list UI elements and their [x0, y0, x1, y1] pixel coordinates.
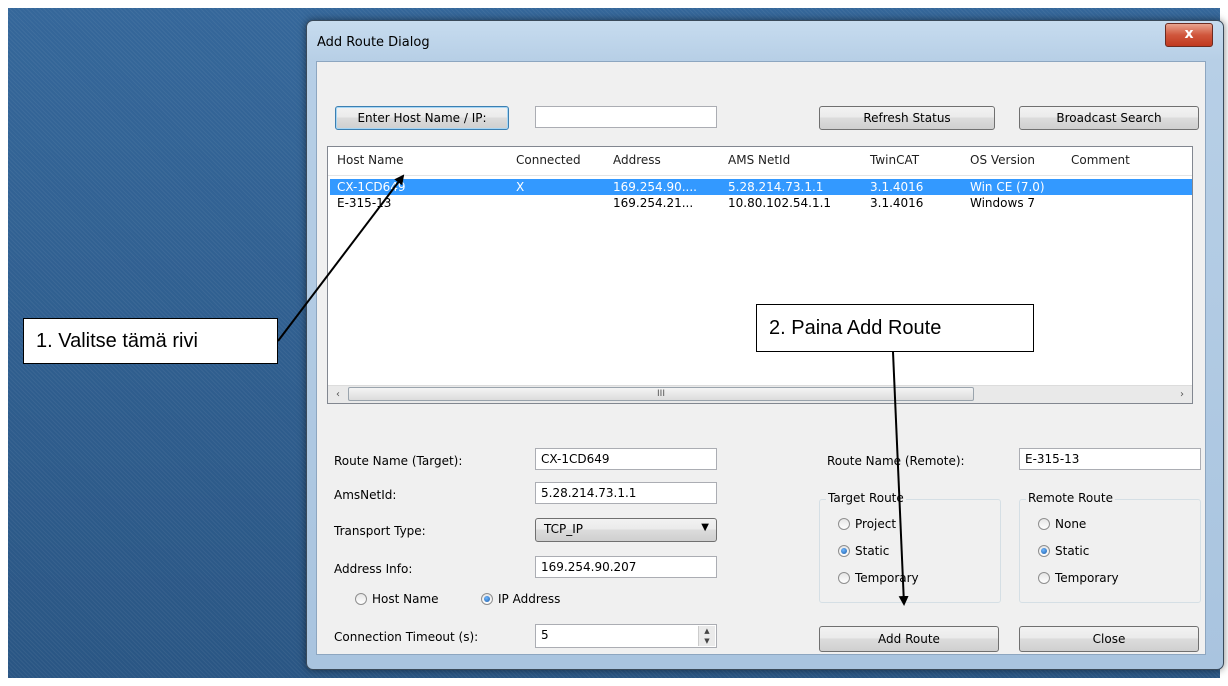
arrow-to-add-route — [892, 351, 909, 606]
arrow-to-row — [277, 174, 405, 342]
annotation-arrows — [277, 174, 909, 606]
